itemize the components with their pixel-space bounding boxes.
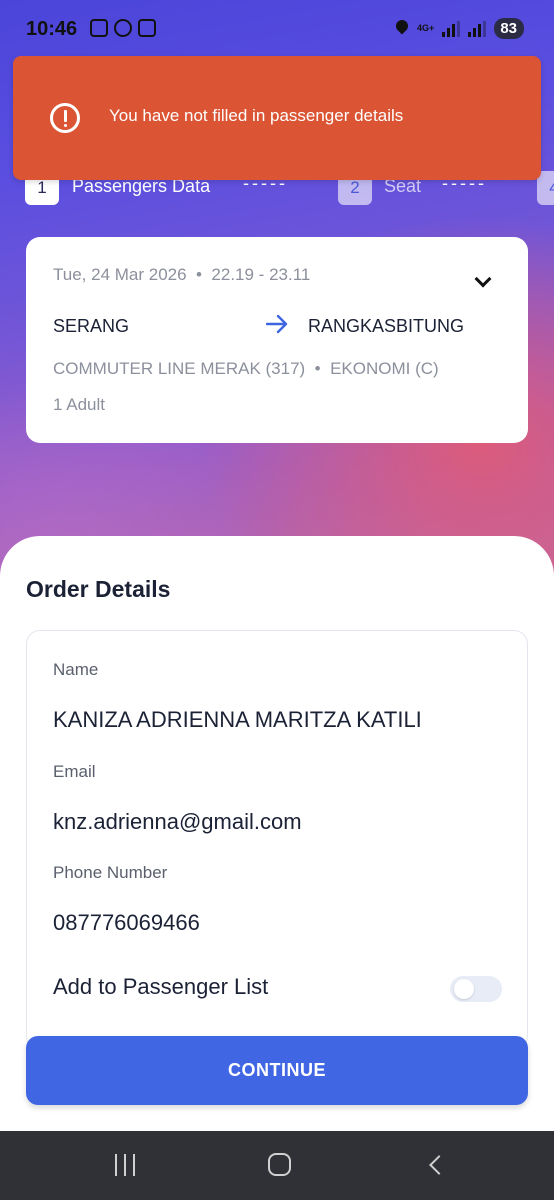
location-icon xyxy=(395,20,409,38)
instagram-icon xyxy=(138,19,156,37)
status-bar: 10:46 4G+ 83 xyxy=(0,0,554,60)
order-details-sheet: Order Details Name KANIZA ADRIENNA MARIT… xyxy=(0,536,554,1200)
continue-button[interactable]: CONTINUE xyxy=(26,1036,528,1105)
battery-level: 83 xyxy=(494,18,524,39)
name-label: Name xyxy=(53,660,99,679)
alert-icon xyxy=(50,103,80,133)
toggle-knob xyxy=(454,979,474,999)
signal-icon xyxy=(442,20,461,37)
phone-field[interactable]: 087776069466 xyxy=(53,910,200,936)
chevron-down-icon[interactable] xyxy=(474,270,492,288)
recents-icon[interactable] xyxy=(115,1154,135,1176)
trip-destination: RANGKASBITUNG xyxy=(308,316,465,336)
whatsapp-icon xyxy=(114,19,132,37)
status-time: 10:46 xyxy=(26,18,78,40)
screenshot-icon xyxy=(90,19,108,37)
system-nav-bar xyxy=(0,1131,554,1200)
notification-icons xyxy=(90,19,156,37)
arrow-right-icon xyxy=(266,314,288,334)
email-label: Email xyxy=(53,762,96,781)
back-icon[interactable] xyxy=(429,1155,449,1175)
trip-passengers: 1 Adult xyxy=(53,395,105,414)
trip-train-info: COMMUTER LINE MERAK (317) • EKONOMI (C) xyxy=(53,359,439,378)
error-toast: You have not filled in passenger details xyxy=(13,56,541,180)
trip-date-time: Tue, 24 Mar 2026 • 22.19 - 23.11 xyxy=(53,265,311,284)
order-form-card: Name KANIZA ADRIENNA MARITZA KATILI Emai… xyxy=(26,630,528,1050)
order-details-title: Order Details xyxy=(26,576,171,602)
name-field[interactable]: KANIZA ADRIENNA MARITZA KATILI xyxy=(53,707,422,733)
trip-origin: SERANG xyxy=(53,316,130,336)
add-to-passenger-list-toggle[interactable] xyxy=(450,976,502,1002)
toast-message: You have not filled in passenger details xyxy=(109,106,404,125)
signal-icon-2 xyxy=(468,20,487,37)
network-type: 4G+ xyxy=(417,23,435,33)
home-icon[interactable] xyxy=(268,1153,291,1176)
email-field[interactable]: knz.adrienna@gmail.com xyxy=(53,809,302,835)
phone-label: Phone Number xyxy=(53,863,168,882)
add-to-passenger-list-label: Add to Passenger List xyxy=(53,974,269,999)
trip-summary-card[interactable]: Tue, 24 Mar 2026 • 22.19 - 23.11 SERANG … xyxy=(26,237,528,443)
